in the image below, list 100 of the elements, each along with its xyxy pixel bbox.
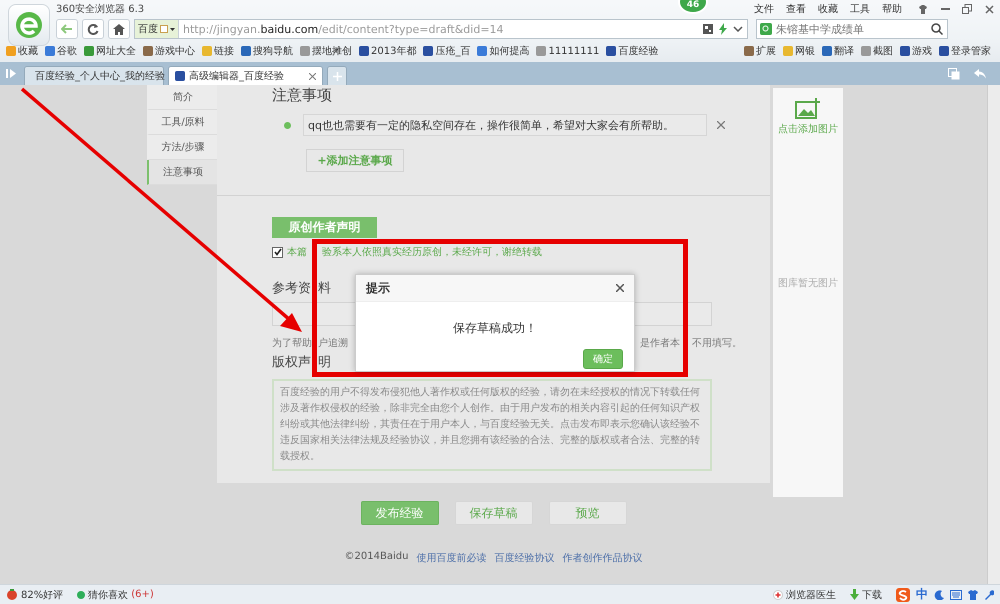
- site-icon: [241, 46, 251, 56]
- bookmark-link[interactable]: 如何提高: [489, 44, 530, 58]
- menu-item[interactable]: 帮助: [882, 2, 902, 16]
- caret-icon: [170, 28, 175, 30]
- site-icon: [45, 46, 55, 56]
- delete-icon[interactable]: [717, 121, 725, 129]
- window-title: 360安全浏览器 6.3: [56, 2, 144, 16]
- browser-logo[interactable]: [8, 4, 50, 46]
- bookmark-link[interactable]: 压疮_百: [435, 44, 470, 58]
- site-icon: [606, 46, 616, 56]
- download-link[interactable]: 下载: [862, 588, 882, 602]
- search-field[interactable]: 朱镕基中学成绩单: [772, 22, 931, 36]
- menu-item[interactable]: 文件: [754, 2, 774, 16]
- sidebar-toggle-icon[interactable]: [6, 69, 16, 78]
- close-icon[interactable]: [309, 72, 316, 80]
- lightning-icon[interactable]: [719, 23, 727, 35]
- bookmark-link[interactable]: 2013年都: [371, 44, 416, 58]
- bookmark-link[interactable]: 链接: [214, 44, 234, 58]
- checkbox[interactable]: [272, 246, 283, 258]
- site-icon: [84, 46, 94, 56]
- site-icon: [359, 46, 369, 56]
- site-icon: [202, 46, 212, 56]
- status-dot-icon: [77, 590, 86, 598]
- dropdown-icon[interactable]: [733, 26, 743, 32]
- plus-icon: [332, 72, 342, 80]
- keyboard-icon[interactable]: [950, 590, 962, 600]
- hint-text: 是作者本: [640, 336, 680, 350]
- bookmark-link[interactable]: 网址大全: [96, 44, 136, 58]
- toolbar-item[interactable]: 网银: [795, 44, 815, 58]
- site-icon: [143, 46, 153, 56]
- home-icon[interactable]: [108, 19, 130, 39]
- hint-text: 户追溯: [318, 336, 348, 350]
- note-field[interactable]: qq也也需要有一定的隐私空间存在，操作很简单，希望对大家会有所帮助。: [303, 114, 707, 136]
- site-icon: [477, 46, 488, 56]
- footer-link[interactable]: 作者创作作品协议: [562, 551, 642, 565]
- toolbar-item[interactable]: 扩展: [756, 44, 776, 58]
- site-icon: [939, 46, 949, 56]
- input-method-icon[interactable]: [896, 588, 910, 602]
- refresh-icon[interactable]: [82, 19, 104, 39]
- section-heading: 料: [318, 280, 331, 297]
- bookmark-link[interactable]: 谷歌: [57, 44, 77, 58]
- search-box[interactable]: 朱镕基中学成绩单: [756, 19, 948, 39]
- footer-link[interactable]: 使用百度前必读: [416, 551, 486, 565]
- browser-doctor-link[interactable]: 浏览器医生: [786, 588, 836, 602]
- section-heading: 注意事项: [272, 85, 333, 105]
- moon-icon[interactable]: [934, 590, 944, 600]
- bookmark-link[interactable]: 百度经验: [618, 44, 658, 58]
- site-icon: [900, 46, 910, 56]
- add-image-icon[interactable]: [795, 98, 821, 120]
- checkbox-label: 本篇: [287, 246, 307, 259]
- menu-item[interactable]: 查看: [786, 2, 806, 16]
- close-icon[interactable]: [616, 284, 624, 292]
- section-header: 原创作者声明: [272, 217, 377, 238]
- recommend-count: (6+): [131, 589, 154, 600]
- site-icon: [861, 46, 871, 56]
- bookmark-link[interactable]: 收藏: [18, 44, 38, 58]
- site-icon: [6, 46, 16, 56]
- site-icon: [822, 46, 832, 56]
- toolbar-item[interactable]: 登录管家: [951, 44, 991, 58]
- browser-tab[interactable]: 百度经验_个人中心_我的经验: [24, 66, 164, 85]
- address-field[interactable]: http://jingyan.baidu.com/edit/content?type=draft&did=14: [179, 22, 703, 36]
- rating-text[interactable]: 82%好评: [21, 588, 64, 602]
- search-engine-selector[interactable]: 百度: [135, 20, 179, 38]
- bookmark-link[interactable]: 搜狗导航: [253, 44, 293, 58]
- new-tab-button[interactable]: [327, 66, 347, 85]
- site-icon: [744, 46, 754, 56]
- footer-link[interactable]: 百度经验协议: [494, 551, 554, 565]
- shirt-icon[interactable]: [968, 590, 978, 600]
- section-heading: 版权声: [272, 354, 311, 371]
- menu-item[interactable]: 工具: [850, 2, 870, 16]
- browser-tab[interactable]: 高级编辑器_百度经验: [168, 66, 323, 85]
- search-icon[interactable]: [931, 23, 943, 35]
- input-mode-text[interactable]: 中: [916, 586, 928, 603]
- copyright-notice: 百度经验的用户不得发布侵犯他人著作权或任何版权的经验，请勿在未经授权的情况下转载任何涉及著作权侵权的经验，除非完全由您个人创作。由于用户发布的相关内容引起的任何知识产权纠纷或其他法律纠纷，其责任在于用户本人，与百度经验无关。点击发布即表示您确认该经验不违反国家相关法律法规及经验协议，并且您拥有该经验的合法、完整的版权或者合法、完整的转载授权。: [272, 379, 712, 471]
- copyright-text: ©2014Baidu: [344, 551, 408, 564]
- toolbar-item[interactable]: 游戏: [912, 44, 932, 58]
- scrollbar[interactable]: [987, 85, 1000, 584]
- section-heading: 参考资: [272, 280, 311, 297]
- checkbox-label: 验系本人依照真实经历原创，未经许可，谢绝转载: [322, 246, 542, 259]
- site-icon: [783, 46, 793, 56]
- search-engine-icon[interactable]: [760, 23, 772, 35]
- bullet-icon: [284, 122, 291, 128]
- wrench-icon[interactable]: [984, 590, 994, 600]
- qr-code-icon[interactable]: [703, 24, 713, 34]
- recommend-link[interactable]: 猜你喜欢: [88, 588, 128, 602]
- menu-item[interactable]: 收藏: [818, 2, 838, 16]
- hint-text: 不用填写。: [692, 336, 742, 350]
- tomato-icon: [6, 589, 18, 600]
- toolbar-item[interactable]: 翻译: [834, 44, 854, 58]
- bookmark-link[interactable]: 11111111: [548, 46, 600, 56]
- toolbar-item[interactable]: 截图: [873, 44, 893, 58]
- site-icon: [175, 71, 185, 81]
- bookmark-link[interactable]: 摆地摊创: [312, 44, 352, 58]
- empty-gallery-text: 图库暂无图片: [778, 276, 838, 290]
- site-icon: [423, 46, 434, 56]
- hint-text: 为了帮助: [272, 336, 312, 350]
- sidebar-item[interactable]: 注意事项: [147, 160, 217, 185]
- site-icon: [536, 46, 546, 56]
- bookmark-link[interactable]: 游戏中心: [155, 44, 195, 58]
- site-icon: [300, 46, 310, 56]
